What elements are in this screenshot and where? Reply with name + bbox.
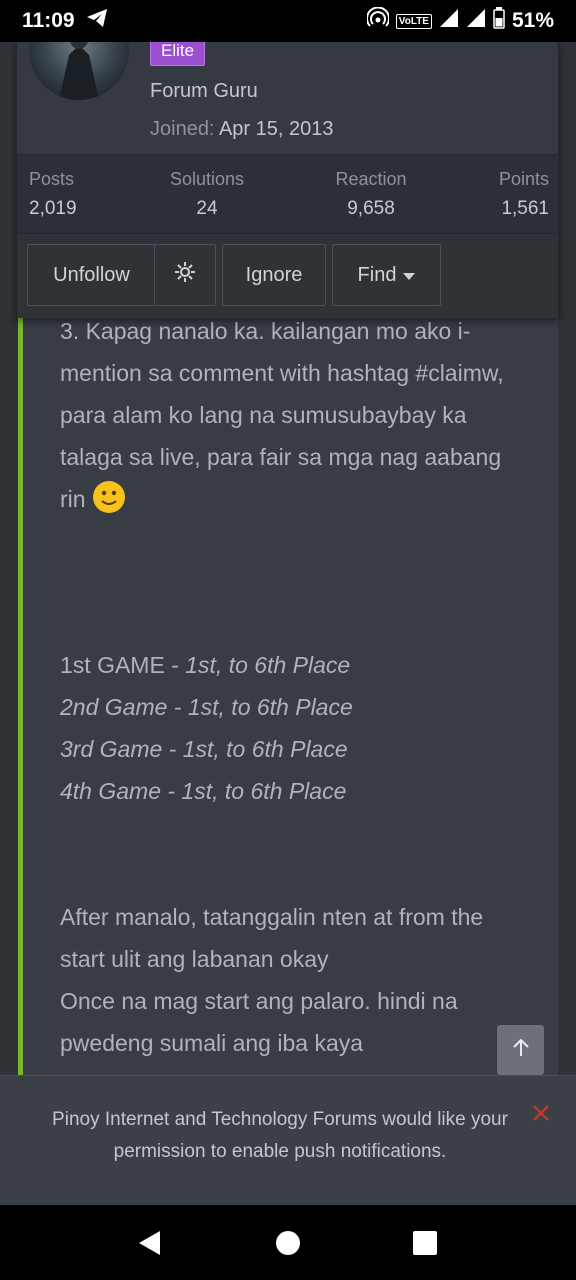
follow-settings-button[interactable]	[154, 244, 216, 306]
android-nav-bar	[0, 1205, 576, 1280]
member-header: Elite Forum Guru Joined: Apr 15, 2013	[17, 42, 558, 154]
member-actions: Unfollow Ignore Find	[17, 234, 558, 318]
push-notification-prompt[interactable]: Pinoy Internet and Technology Forums wou…	[0, 1075, 576, 1205]
telegram-icon	[85, 7, 109, 35]
stat-solutions[interactable]: Solutions 24	[165, 169, 249, 220]
chevron-down-icon	[403, 264, 416, 287]
notification-message: Pinoy Internet and Technology Forums wou…	[52, 1109, 508, 1162]
volte-indicator: VoLTE	[395, 13, 432, 29]
game-line-3: 3rd Game - 1st, to 6th Place	[60, 736, 348, 762]
back-button[interactable]	[133, 1227, 165, 1259]
find-button[interactable]: Find	[332, 244, 441, 306]
signal-icon	[439, 8, 459, 34]
avatar[interactable]	[29, 42, 129, 100]
user-badge: Elite	[150, 42, 206, 66]
battery-percent: 51%	[511, 9, 554, 32]
joined-date: Joined: Apr 15, 2013	[150, 118, 334, 140]
status-bar: 11:09 VoLTE 51%	[0, 0, 576, 42]
member-stats: Posts 2,019 Solutions 24 Reaction 9,658 …	[17, 154, 558, 234]
scroll-to-top-button[interactable]	[497, 1025, 544, 1075]
hotspot-icon	[365, 6, 390, 35]
post-body: 3. Kapag nanalo ka. kailangan mo ako i-m…	[60, 310, 530, 1064]
post-after-1: After manalo, tatanggalin nten at from t…	[60, 904, 484, 972]
stat-reaction[interactable]: Reaction 9,658	[331, 169, 411, 220]
browser-viewport: 3. Kapag nanalo ka. kailangan mo ako i-m…	[0, 42, 576, 1205]
recents-button[interactable]	[409, 1227, 441, 1259]
gear-icon	[174, 261, 196, 289]
home-button[interactable]	[272, 1227, 304, 1259]
smiley-emoji-icon	[92, 480, 126, 514]
signal-icon-2	[466, 8, 486, 34]
post-after-2: Once na mag start ang palaro. hindi na p…	[60, 988, 458, 1056]
game-line-4: 4th Game - 1st, to 6th Place	[60, 778, 347, 804]
ignore-button[interactable]: Ignore	[222, 244, 326, 306]
game-line-2: 2nd Game - 1st, to 6th Place	[60, 694, 353, 720]
quote-accent-bar	[18, 312, 23, 1092]
arrow-up-icon	[510, 1037, 532, 1064]
stat-points[interactable]: Points 1,561	[489, 169, 549, 220]
member-tooltip: Elite Forum Guru Joined: Apr 15, 2013 Po…	[16, 42, 559, 318]
stat-posts[interactable]: Posts 2,019	[29, 169, 77, 220]
clock: 11:09	[22, 9, 75, 32]
user-title: Forum Guru	[150, 80, 258, 102]
battery-icon	[493, 7, 505, 35]
unfollow-button[interactable]: Unfollow	[27, 244, 155, 306]
close-icon[interactable]	[528, 1100, 554, 1126]
game-line-1: 1st GAME - 1st, to 6th Place	[60, 652, 351, 678]
post-rule-3: 3. Kapag nanalo ka. kailangan mo ako i-m…	[60, 318, 504, 514]
